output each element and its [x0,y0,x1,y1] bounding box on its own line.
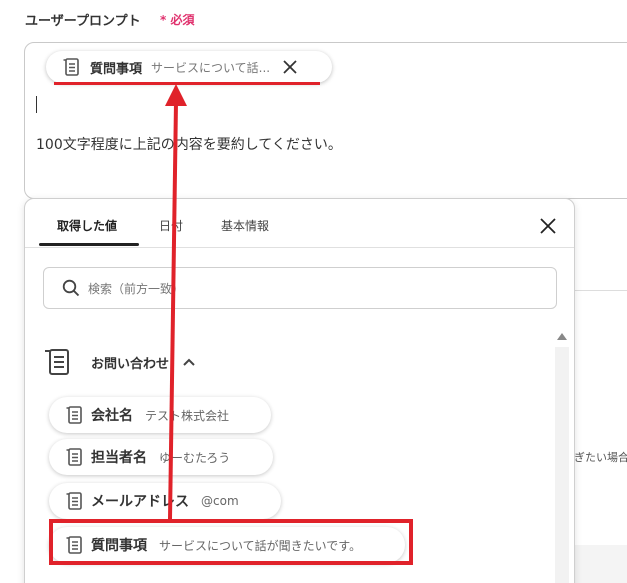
list-icon [66,448,82,466]
active-tab-indicator [39,243,139,246]
list-icon [63,58,79,76]
item-value: ゆーむたろう [159,450,231,465]
list-icon [66,406,82,424]
annotation-highlight-box [49,519,413,565]
tab-bar: 取得した値 日付 基本情報 [25,199,574,248]
close-icon[interactable] [539,217,557,235]
chip-label: 質問事項 [90,61,143,77]
background-partial-text: ぎたい場合 [574,451,627,464]
search-icon [62,279,80,297]
search-box [43,267,557,309]
required-indicator: * 必須 [160,11,194,28]
chip-value: サービスについて話... [151,60,271,75]
tab-basic-info[interactable]: 基本情報 [221,217,269,234]
variable-chip[interactable]: 質問事項 サービスについて話... [46,51,332,83]
list-icon [66,492,82,510]
list-item-company[interactable]: 会社名 テスト株式会社 [49,397,271,433]
scrollbar-track[interactable] [555,347,569,583]
text-caret [36,96,37,113]
search-input[interactable] [86,277,530,301]
field-title: ユーザープロンプト [25,14,141,29]
prompt-text[interactable]: 100文字程度に上記の内容を要約してください。 [36,134,342,154]
annotation-underline [54,82,320,85]
list-item-email[interactable]: メールアドレス @com [49,483,281,519]
tab-date[interactable]: 日付 [159,217,183,234]
scroll-up-arrow[interactable] [557,333,567,340]
list-item-contact-person[interactable]: 担当者名 ゆーむたろう [49,439,273,475]
item-label: メールアドレス [91,494,189,510]
required-label: 必須 [170,13,195,27]
stage: ユーザープロンプト * 必須 質問事項 サービスについて話... 100文字程度… [0,0,627,583]
required-mark: * [160,13,167,27]
close-icon[interactable] [282,59,298,75]
group-header[interactable]: お問い合わせ [43,345,243,379]
chevron-up-icon[interactable] [183,358,195,366]
group-label: お問い合わせ [91,356,170,372]
list-icon [45,349,69,375]
background-bar [570,545,627,583]
item-label: 担当者名 [91,450,147,466]
item-value: @com [201,494,239,508]
item-value: テスト株式会社 [145,408,230,423]
item-label: 会社名 [91,408,133,424]
tab-retrieved-values[interactable]: 取得した値 [57,217,117,234]
